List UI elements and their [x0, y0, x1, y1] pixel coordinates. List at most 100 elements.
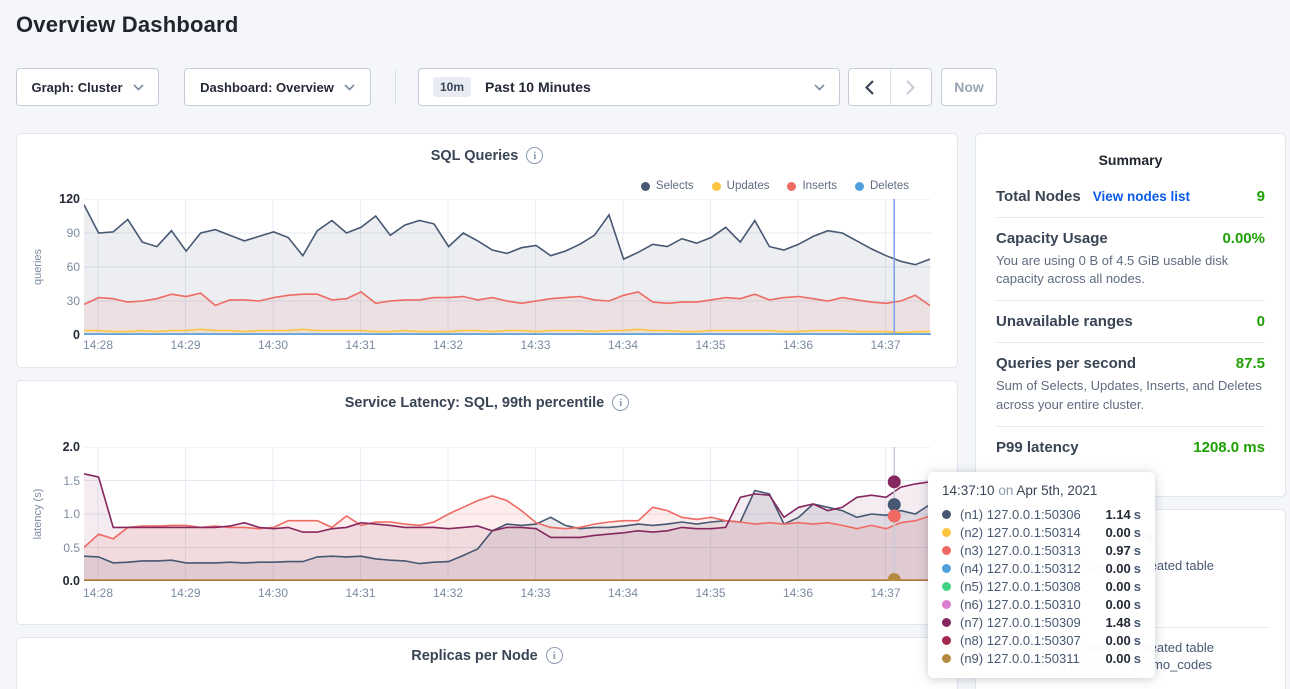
- chevron-down-icon: [344, 84, 355, 91]
- chevron-down-icon: [814, 84, 825, 91]
- graph-dropdown[interactable]: Graph: Cluster: [16, 68, 159, 106]
- legend-dot-icon: [641, 182, 650, 191]
- node-dot-icon: [942, 564, 951, 573]
- node-dot-icon: [942, 600, 951, 609]
- time-next-button[interactable]: [890, 69, 932, 105]
- node-address: (n3) 127.0.0.1:50313: [960, 543, 1081, 558]
- tooltip-row: (n8) 127.0.0.1:503070.00s: [942, 631, 1141, 649]
- summary-title: Summary: [996, 152, 1265, 168]
- summary-panel: Summary Total Nodes View nodes list 9 Ca…: [975, 133, 1286, 497]
- summary-label: Capacity Usage: [996, 230, 1108, 247]
- chevron-down-icon: [133, 84, 144, 91]
- node-value: 0.00: [1105, 579, 1130, 594]
- y-axis-ticks: 0.00.51.01.52.0: [38, 447, 80, 581]
- chart-legend: Selects Updates Inserts Deletes: [641, 180, 909, 192]
- view-nodes-list-link[interactable]: View nodes list: [1093, 189, 1190, 204]
- summary-label: Total Nodes: [996, 188, 1081, 205]
- node-address: (n4) 127.0.0.1:50312: [960, 561, 1081, 576]
- node-value-unit: s: [1134, 507, 1141, 522]
- time-range-label: Past 10 Minutes: [485, 79, 591, 95]
- chevron-right-icon: [906, 80, 915, 95]
- legend-dot-icon: [712, 182, 721, 191]
- time-range-badge: 10m: [433, 77, 471, 97]
- legend-label: Selects: [656, 180, 694, 192]
- legend-item[interactable]: Updates: [712, 180, 770, 192]
- chart-title: SQL Queries: [431, 148, 519, 164]
- legend-item[interactable]: Selects: [641, 180, 694, 192]
- dashboard-dropdown-label: Dashboard: Overview: [200, 80, 334, 95]
- node-dot-icon: [942, 546, 951, 555]
- tooltip-row: (n5) 127.0.0.1:50308 0.00 s: [942, 577, 1141, 595]
- node-value: 0.97: [1105, 543, 1130, 558]
- node-address: (n1) 127.0.0.1:50306: [960, 507, 1081, 522]
- node-value-unit: s: [1134, 561, 1141, 576]
- node-address: (n5) 127.0.0.1:50308: [960, 579, 1081, 594]
- chevron-left-icon: [865, 80, 874, 95]
- overview-dashboard-page: Overview Dashboard Graph: Cluster Dashbo…: [0, 0, 1290, 689]
- tooltip-row: (n9) 127.0.0.1:503110.00s: [942, 649, 1141, 667]
- summary-row-unavailable-ranges: Unavailable ranges 0: [996, 300, 1265, 342]
- node-value-unit: s: [1134, 579, 1141, 594]
- node-address: (n6) 127.0.0.1:50310: [960, 597, 1081, 612]
- legend-item[interactable]: Inserts: [787, 180, 837, 192]
- summary-row-queries-per-second: Queries per second 87.5 Sum of Selects, …: [996, 342, 1265, 425]
- node-address: (n7) 127.0.0.1:50309: [960, 615, 1081, 630]
- tooltip-row: (n1) 127.0.0.1:50306 1.14 s: [942, 505, 1141, 523]
- time-window-nav: [848, 68, 932, 106]
- time-prev-button[interactable]: [849, 69, 890, 105]
- summary-row-total-nodes: Total Nodes View nodes list 9: [996, 176, 1265, 217]
- legend-label: Deletes: [870, 180, 909, 192]
- node-value-unit: s: [1134, 543, 1141, 558]
- node-dot-icon: [942, 636, 951, 645]
- chart-title: Service Latency: SQL, 99th percentile: [345, 395, 605, 411]
- summary-value: 0: [1257, 313, 1265, 330]
- info-icon[interactable]: i: [546, 647, 563, 664]
- summary-value: 0.00%: [1222, 230, 1265, 247]
- summary-row-p99-latency: P99 latency 1208.0 ms: [996, 426, 1265, 468]
- node-value: 0.00: [1105, 525, 1130, 540]
- y-axis-ticks: 0306090120: [38, 199, 80, 335]
- tooltip-row: (n7) 127.0.0.1:50309 1.48 s: [942, 613, 1141, 631]
- info-icon[interactable]: i: [526, 147, 543, 164]
- legend-label: Updates: [727, 180, 770, 192]
- tooltip-row: (n6) 127.0.0.1:50310 0.00 s: [942, 595, 1141, 613]
- service-latency-panel: Service Latency: SQL, 99th percentile i …: [16, 380, 958, 625]
- replicas-per-node-panel: Replicas per Node i: [16, 637, 958, 689]
- legend-dot-icon: [855, 182, 864, 191]
- summary-description: Sum of Selects, Updates, Inserts, and De…: [996, 377, 1265, 413]
- node-value-unit: s: [1134, 597, 1141, 612]
- service-latency-chart[interactable]: [84, 447, 931, 581]
- page-title: Overview Dashboard: [16, 12, 238, 38]
- x-axis-ticks: 14:2814:2914:3014:3114:3214:3314:3414:35…: [84, 338, 931, 354]
- summary-description: You are using 0 B of 4.5 GiB usable disk…: [996, 252, 1265, 288]
- node-value: 1.14: [1105, 507, 1130, 522]
- node-value: 1.48: [1105, 615, 1130, 630]
- node-dot-icon: [942, 654, 951, 663]
- summary-value: 9: [1257, 188, 1265, 205]
- legend-item[interactable]: Deletes: [855, 180, 909, 192]
- node-value: 0.00: [1105, 597, 1130, 612]
- node-dot-icon: [942, 618, 951, 627]
- summary-value: 1208.0 ms: [1193, 439, 1265, 456]
- tooltip-row: (n3) 127.0.0.1:50313 0.97 s: [942, 541, 1141, 559]
- summary-row-capacity-usage: Capacity Usage 0.00% You are using 0 B o…: [996, 217, 1265, 300]
- node-address: (n2) 127.0.0.1:50314: [960, 525, 1081, 540]
- dashboard-dropdown[interactable]: Dashboard: Overview: [184, 68, 371, 106]
- node-value-unit: s: [1134, 651, 1141, 666]
- time-range-selector[interactable]: 10m Past 10 Minutes: [418, 68, 840, 106]
- node-value-unit: s: [1134, 633, 1141, 648]
- sql-queries-chart[interactable]: [84, 199, 931, 335]
- toolbar-divider: [395, 70, 396, 104]
- summary-label: Unavailable ranges: [996, 313, 1133, 330]
- tooltip-row: (n4) 127.0.0.1:503120.00s: [942, 559, 1141, 577]
- node-address: (n8) 127.0.0.1:50307: [960, 633, 1081, 648]
- node-value-unit: s: [1134, 615, 1141, 630]
- node-dot-icon: [942, 582, 951, 591]
- info-icon[interactable]: i: [612, 394, 629, 411]
- now-button[interactable]: Now: [941, 68, 997, 106]
- tooltip-timestamp: 14:37:10 on Apr 5th, 2021: [942, 483, 1141, 498]
- summary-label: Queries per second: [996, 355, 1136, 372]
- node-value-unit: s: [1134, 525, 1141, 540]
- graph-dropdown-label: Graph: Cluster: [31, 80, 122, 95]
- node-dot-icon: [942, 510, 951, 519]
